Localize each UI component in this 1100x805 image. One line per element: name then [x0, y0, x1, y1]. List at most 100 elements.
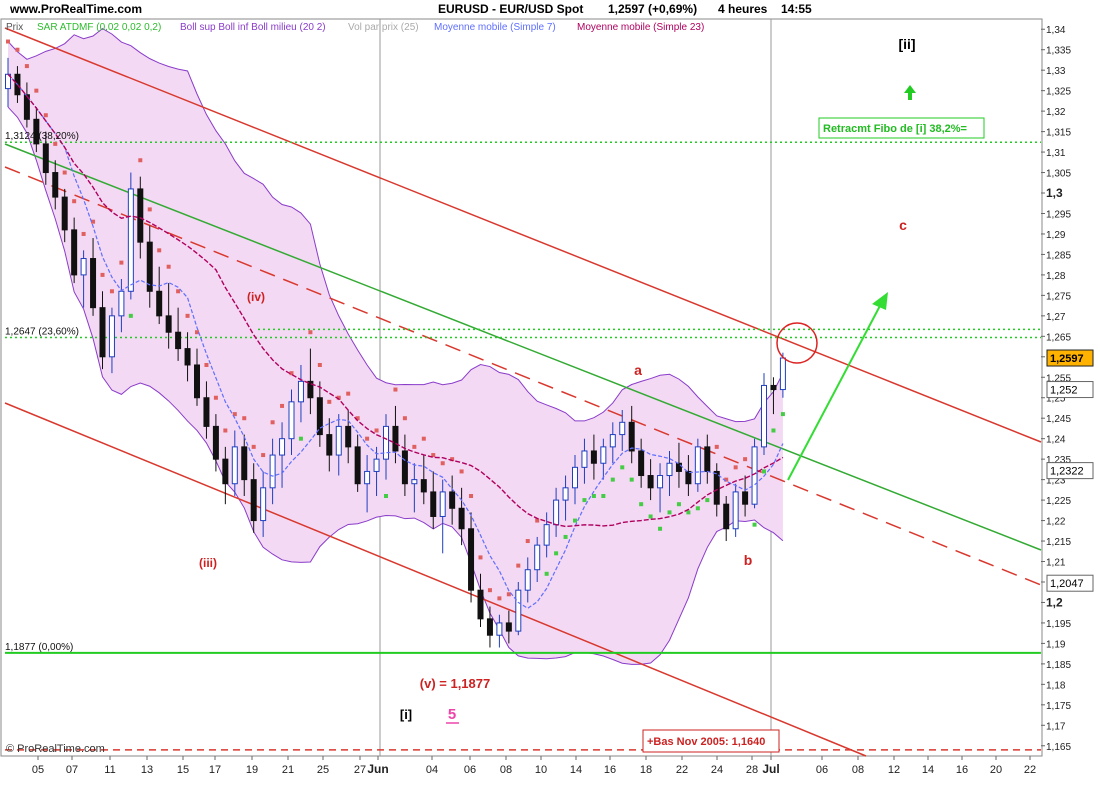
sar-dot [24, 64, 29, 69]
sar-dot [762, 469, 766, 474]
candle-body [742, 491, 749, 505]
candle-body [657, 475, 664, 489]
candle-body [515, 589, 522, 632]
x-tick-label: Jun [367, 762, 388, 776]
site-url[interactable]: www.ProRealTime.com [9, 2, 142, 16]
sar-dot [554, 551, 559, 556]
y-tick-label: 1,215 [1046, 537, 1071, 548]
candle-body [496, 622, 503, 636]
candle-body [127, 188, 134, 292]
x-tick-label: 05 [32, 764, 44, 776]
x-tick-label: 14 [570, 764, 582, 776]
sar-dot [525, 539, 530, 544]
candle-body [354, 446, 361, 485]
sar-dot [535, 518, 540, 523]
y-tick-label: 1,21 [1046, 558, 1066, 569]
y-tick-label: 1,19 [1046, 639, 1066, 650]
x-tick-label: 06 [464, 764, 476, 776]
sar-dot [743, 457, 748, 462]
candle-body [335, 425, 342, 456]
price-flag-label: 1,252 [1050, 385, 1078, 397]
sar-dot [487, 588, 492, 593]
sar-dot [516, 563, 521, 568]
sar-dot [629, 477, 634, 482]
sar-dot [157, 248, 162, 253]
sar-dot [298, 436, 303, 441]
wave-label: 5 [448, 706, 456, 723]
candle-body [250, 479, 257, 522]
sar-dot [695, 506, 700, 511]
price-chart[interactable]: 1,1651,171,1751,181,1851,191,1951,21,205… [0, 0, 1100, 800]
candle-body [316, 397, 323, 436]
sar-dot [412, 444, 417, 449]
chart-window[interactable]: 1,1651,171,1751,181,1851,191,1951,21,205… [0, 0, 1100, 800]
sar-dot [53, 141, 58, 146]
x-tick-label: 06 [816, 764, 828, 776]
candle-body [770, 384, 777, 391]
x-tick-label: 04 [426, 764, 438, 776]
y-tick-label: 1,2 [1046, 595, 1063, 609]
candle-body [80, 258, 87, 276]
candle-body [562, 487, 569, 501]
candle-body [269, 454, 276, 489]
sar-dot [62, 170, 67, 175]
candle-body [184, 348, 191, 366]
candle-body [524, 569, 531, 591]
candle-body [638, 450, 645, 477]
sar-dot [639, 502, 644, 507]
candle-body [194, 364, 200, 399]
sar-dot [705, 498, 710, 503]
sar-dot [15, 47, 20, 52]
sar-dot [582, 498, 587, 503]
x-tick-label: 11 [104, 764, 115, 776]
x-tick-label: 16 [956, 764, 968, 776]
x-tick-label: 12 [888, 764, 900, 776]
price-flag-label: 1,2322 [1050, 466, 1084, 478]
legend-ma23: Moyenne mobile (Simple 23) [577, 22, 704, 33]
y-tick-label: 1,165 [1046, 742, 1071, 753]
sar-dot [204, 362, 209, 367]
x-tick-label: 17 [209, 764, 221, 776]
candle-body [581, 450, 588, 468]
sar-dot [601, 494, 606, 499]
sar-dot [365, 436, 370, 441]
wave-label: [i] [400, 707, 412, 722]
sar-dot [497, 596, 502, 601]
sar-dot [308, 330, 313, 335]
sar-dot [573, 518, 577, 523]
time: 14:55 [781, 2, 812, 16]
y-tick-label: 1,325 [1046, 87, 1071, 98]
candle-body [288, 401, 295, 440]
y-tick-label: 1,225 [1046, 496, 1071, 507]
candle-body [675, 462, 682, 472]
x-tick-label: 22 [1024, 764, 1036, 776]
candle-body [203, 397, 210, 427]
candle-body [420, 479, 427, 493]
candle-body [666, 462, 673, 477]
y-tick-label: 1,31 [1046, 148, 1066, 159]
candle-body [279, 438, 286, 456]
candle-body [326, 434, 333, 456]
candle-body [704, 446, 711, 472]
y-tick-label: 1,33 [1046, 66, 1066, 77]
sar-dot [752, 522, 757, 527]
sar-dot [147, 207, 152, 212]
x-tick-label: 07 [66, 764, 78, 776]
candle-body [52, 172, 59, 198]
candle-body [42, 143, 49, 174]
candle-body [108, 315, 115, 358]
candle-body [458, 507, 465, 530]
x-tick-label: 13 [141, 764, 153, 776]
wave-label: a [634, 362, 642, 378]
price-change: 1,2597 (+0,69%) [608, 2, 697, 16]
y-tick-label: 1,305 [1046, 169, 1071, 180]
wave-label: (iii) [199, 556, 217, 570]
y-tick-label: 1,335 [1046, 46, 1071, 57]
fib-level-label: 1,1877 (0,00%) [5, 642, 73, 653]
x-tick-label: 08 [852, 764, 864, 776]
sar-dot [733, 465, 738, 470]
sar-dot [213, 395, 218, 400]
candle-body [685, 470, 692, 485]
candle-body [165, 315, 172, 333]
candle-body [779, 357, 786, 391]
